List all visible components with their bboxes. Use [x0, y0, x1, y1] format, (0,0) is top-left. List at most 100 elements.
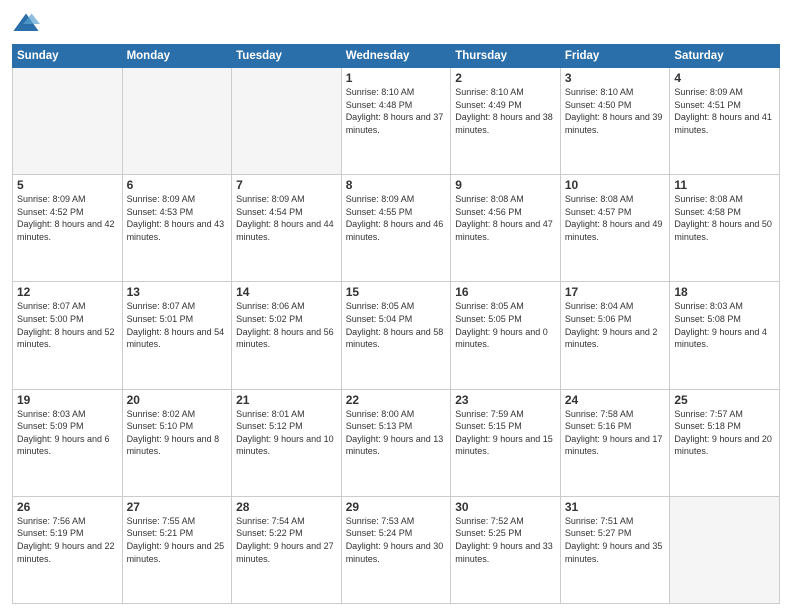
calendar-week-1: 1 Sunrise: 8:10 AMSunset: 4:48 PMDayligh… [13, 68, 780, 175]
day-number: 8 [346, 178, 447, 192]
calendar-header-row: SundayMondayTuesdayWednesdayThursdayFrid… [13, 45, 780, 68]
day-number: 14 [236, 285, 337, 299]
day-number: 19 [17, 393, 118, 407]
calendar-cell: 16 Sunrise: 8:05 AMSunset: 5:05 PMDaylig… [451, 282, 561, 389]
day-number: 29 [346, 500, 447, 514]
calendar-cell: 11 Sunrise: 8:08 AMSunset: 4:58 PMDaylig… [670, 175, 780, 282]
day-info: Sunrise: 8:03 AMSunset: 5:08 PMDaylight:… [674, 300, 775, 350]
calendar-cell: 24 Sunrise: 7:58 AMSunset: 5:16 PMDaylig… [560, 389, 670, 496]
calendar-cell: 26 Sunrise: 7:56 AMSunset: 5:19 PMDaylig… [13, 496, 123, 603]
weekday-header-tuesday: Tuesday [232, 45, 342, 68]
day-number: 1 [346, 71, 447, 85]
day-number: 18 [674, 285, 775, 299]
calendar-cell [13, 68, 123, 175]
day-info: Sunrise: 7:56 AMSunset: 5:19 PMDaylight:… [17, 515, 118, 565]
day-number: 2 [455, 71, 556, 85]
calendar-cell: 2 Sunrise: 8:10 AMSunset: 4:49 PMDayligh… [451, 68, 561, 175]
calendar-cell: 15 Sunrise: 8:05 AMSunset: 5:04 PMDaylig… [341, 282, 451, 389]
calendar-cell: 31 Sunrise: 7:51 AMSunset: 5:27 PMDaylig… [560, 496, 670, 603]
day-number: 22 [346, 393, 447, 407]
calendar-cell: 10 Sunrise: 8:08 AMSunset: 4:57 PMDaylig… [560, 175, 670, 282]
calendar-cell: 13 Sunrise: 8:07 AMSunset: 5:01 PMDaylig… [122, 282, 232, 389]
calendar-cell: 3 Sunrise: 8:10 AMSunset: 4:50 PMDayligh… [560, 68, 670, 175]
day-number: 16 [455, 285, 556, 299]
day-info: Sunrise: 8:05 AMSunset: 5:04 PMDaylight:… [346, 300, 447, 350]
day-number: 10 [565, 178, 666, 192]
day-info: Sunrise: 8:01 AMSunset: 5:12 PMDaylight:… [236, 408, 337, 458]
header [12, 10, 780, 38]
calendar-cell [670, 496, 780, 603]
day-number: 12 [17, 285, 118, 299]
day-info: Sunrise: 7:53 AMSunset: 5:24 PMDaylight:… [346, 515, 447, 565]
day-number: 13 [127, 285, 228, 299]
day-number: 21 [236, 393, 337, 407]
day-info: Sunrise: 8:05 AMSunset: 5:05 PMDaylight:… [455, 300, 556, 350]
day-number: 24 [565, 393, 666, 407]
calendar-cell: 23 Sunrise: 7:59 AMSunset: 5:15 PMDaylig… [451, 389, 561, 496]
day-info: Sunrise: 8:08 AMSunset: 4:56 PMDaylight:… [455, 193, 556, 243]
weekday-header-thursday: Thursday [451, 45, 561, 68]
calendar-table: SundayMondayTuesdayWednesdayThursdayFrid… [12, 44, 780, 604]
day-info: Sunrise: 7:55 AMSunset: 5:21 PMDaylight:… [127, 515, 228, 565]
weekday-header-wednesday: Wednesday [341, 45, 451, 68]
day-number: 31 [565, 500, 666, 514]
calendar-week-2: 5 Sunrise: 8:09 AMSunset: 4:52 PMDayligh… [13, 175, 780, 282]
day-number: 9 [455, 178, 556, 192]
day-number: 26 [17, 500, 118, 514]
calendar-cell: 1 Sunrise: 8:10 AMSunset: 4:48 PMDayligh… [341, 68, 451, 175]
calendar-cell: 4 Sunrise: 8:09 AMSunset: 4:51 PMDayligh… [670, 68, 780, 175]
calendar-cell: 19 Sunrise: 8:03 AMSunset: 5:09 PMDaylig… [13, 389, 123, 496]
day-number: 30 [455, 500, 556, 514]
calendar-cell: 6 Sunrise: 8:09 AMSunset: 4:53 PMDayligh… [122, 175, 232, 282]
day-number: 4 [674, 71, 775, 85]
day-info: Sunrise: 8:10 AMSunset: 4:49 PMDaylight:… [455, 86, 556, 136]
day-number: 11 [674, 178, 775, 192]
day-info: Sunrise: 8:00 AMSunset: 5:13 PMDaylight:… [346, 408, 447, 458]
weekday-header-monday: Monday [122, 45, 232, 68]
calendar-cell: 28 Sunrise: 7:54 AMSunset: 5:22 PMDaylig… [232, 496, 342, 603]
day-number: 3 [565, 71, 666, 85]
calendar-cell: 8 Sunrise: 8:09 AMSunset: 4:55 PMDayligh… [341, 175, 451, 282]
weekday-header-saturday: Saturday [670, 45, 780, 68]
calendar-cell: 5 Sunrise: 8:09 AMSunset: 4:52 PMDayligh… [13, 175, 123, 282]
calendar-cell: 9 Sunrise: 8:08 AMSunset: 4:56 PMDayligh… [451, 175, 561, 282]
calendar-cell: 29 Sunrise: 7:53 AMSunset: 5:24 PMDaylig… [341, 496, 451, 603]
day-number: 25 [674, 393, 775, 407]
day-info: Sunrise: 8:09 AMSunset: 4:52 PMDaylight:… [17, 193, 118, 243]
day-info: Sunrise: 8:04 AMSunset: 5:06 PMDaylight:… [565, 300, 666, 350]
calendar-cell [232, 68, 342, 175]
day-info: Sunrise: 8:02 AMSunset: 5:10 PMDaylight:… [127, 408, 228, 458]
calendar-week-5: 26 Sunrise: 7:56 AMSunset: 5:19 PMDaylig… [13, 496, 780, 603]
calendar-cell: 18 Sunrise: 8:03 AMSunset: 5:08 PMDaylig… [670, 282, 780, 389]
day-info: Sunrise: 8:10 AMSunset: 4:50 PMDaylight:… [565, 86, 666, 136]
day-info: Sunrise: 8:07 AMSunset: 5:00 PMDaylight:… [17, 300, 118, 350]
day-info: Sunrise: 8:08 AMSunset: 4:58 PMDaylight:… [674, 193, 775, 243]
day-info: Sunrise: 8:09 AMSunset: 4:54 PMDaylight:… [236, 193, 337, 243]
day-number: 17 [565, 285, 666, 299]
day-number: 20 [127, 393, 228, 407]
day-info: Sunrise: 7:51 AMSunset: 5:27 PMDaylight:… [565, 515, 666, 565]
calendar-cell: 20 Sunrise: 8:02 AMSunset: 5:10 PMDaylig… [122, 389, 232, 496]
calendar-cell: 22 Sunrise: 8:00 AMSunset: 5:13 PMDaylig… [341, 389, 451, 496]
calendar-cell: 14 Sunrise: 8:06 AMSunset: 5:02 PMDaylig… [232, 282, 342, 389]
calendar-cell [122, 68, 232, 175]
day-info: Sunrise: 7:57 AMSunset: 5:18 PMDaylight:… [674, 408, 775, 458]
calendar-cell: 17 Sunrise: 8:04 AMSunset: 5:06 PMDaylig… [560, 282, 670, 389]
day-info: Sunrise: 8:06 AMSunset: 5:02 PMDaylight:… [236, 300, 337, 350]
day-number: 28 [236, 500, 337, 514]
logo-icon [12, 10, 40, 38]
weekday-header-friday: Friday [560, 45, 670, 68]
day-number: 6 [127, 178, 228, 192]
day-info: Sunrise: 8:03 AMSunset: 5:09 PMDaylight:… [17, 408, 118, 458]
day-number: 15 [346, 285, 447, 299]
calendar-cell: 27 Sunrise: 7:55 AMSunset: 5:21 PMDaylig… [122, 496, 232, 603]
day-info: Sunrise: 8:09 AMSunset: 4:55 PMDaylight:… [346, 193, 447, 243]
day-info: Sunrise: 7:52 AMSunset: 5:25 PMDaylight:… [455, 515, 556, 565]
day-number: 27 [127, 500, 228, 514]
day-info: Sunrise: 8:09 AMSunset: 4:53 PMDaylight:… [127, 193, 228, 243]
calendar-cell: 12 Sunrise: 8:07 AMSunset: 5:00 PMDaylig… [13, 282, 123, 389]
day-number: 23 [455, 393, 556, 407]
calendar-cell: 30 Sunrise: 7:52 AMSunset: 5:25 PMDaylig… [451, 496, 561, 603]
calendar-week-3: 12 Sunrise: 8:07 AMSunset: 5:00 PMDaylig… [13, 282, 780, 389]
day-info: Sunrise: 7:54 AMSunset: 5:22 PMDaylight:… [236, 515, 337, 565]
